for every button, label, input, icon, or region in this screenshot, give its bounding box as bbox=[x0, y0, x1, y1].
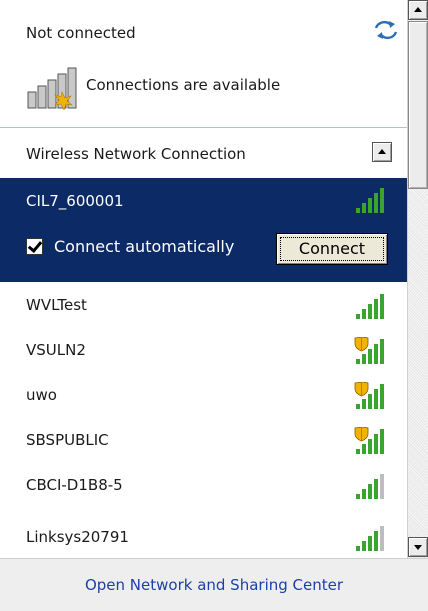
network-item[interactable]: VSULN2 bbox=[0, 331, 407, 371]
vertical-scrollbar[interactable] bbox=[407, 0, 428, 558]
network-item-selected[interactable]: CIL7_600001 Connect automatically Connec… bbox=[0, 178, 407, 282]
network-name: CIL7_600001 bbox=[26, 192, 124, 210]
connections-available-text: Connections are available bbox=[86, 76, 281, 94]
network-name: CBCI-D1B8-5 bbox=[26, 476, 123, 494]
network-item[interactable]: Linksys20791 bbox=[0, 518, 407, 558]
signal-strength-icon bbox=[356, 474, 384, 499]
connections-available-row: Connections are available bbox=[26, 62, 386, 114]
network-item[interactable]: uwo bbox=[0, 376, 407, 416]
network-name: Linksys20791 bbox=[26, 528, 129, 546]
scroll-down-icon[interactable] bbox=[408, 537, 428, 557]
network-list-panel: Not connected Connections are available … bbox=[0, 0, 407, 558]
footer: Open Network and Sharing Center bbox=[0, 558, 428, 611]
connection-status: Not connected bbox=[26, 24, 136, 42]
network-item[interactable]: SBSPUBLIC bbox=[0, 421, 407, 461]
network-item[interactable]: CBCI-D1B8-5 bbox=[0, 466, 407, 506]
network-available-icon bbox=[27, 67, 77, 110]
refresh-arrows-icon[interactable] bbox=[372, 16, 400, 44]
network-item[interactable]: WVLTest bbox=[0, 286, 407, 326]
collapse-up-icon[interactable] bbox=[372, 142, 392, 162]
network-name: WVLTest bbox=[26, 296, 87, 314]
connect-automatically-label: Connect automatically bbox=[54, 237, 235, 256]
secured-signal-icon bbox=[354, 337, 384, 364]
secured-signal-icon bbox=[354, 427, 384, 454]
scroll-thumb[interactable] bbox=[408, 21, 428, 189]
connect-button[interactable]: Connect bbox=[276, 233, 388, 265]
open-network-sharing-center-link[interactable]: Open Network and Sharing Center bbox=[0, 576, 428, 594]
scroll-up-icon[interactable] bbox=[408, 0, 428, 20]
section-label: Wireless Network Connection bbox=[26, 145, 246, 163]
secured-signal-icon bbox=[354, 382, 384, 409]
connect-automatically-checkbox[interactable] bbox=[26, 238, 43, 255]
signal-strength-icon bbox=[356, 188, 384, 213]
network-name: VSULN2 bbox=[26, 341, 86, 359]
signal-strength-icon bbox=[356, 526, 384, 551]
network-name: uwo bbox=[26, 386, 57, 404]
network-name: SBSPUBLIC bbox=[26, 431, 109, 449]
signal-strength-icon bbox=[356, 294, 384, 319]
section-wireless-network-connection[interactable]: Wireless Network Connection bbox=[0, 128, 407, 178]
